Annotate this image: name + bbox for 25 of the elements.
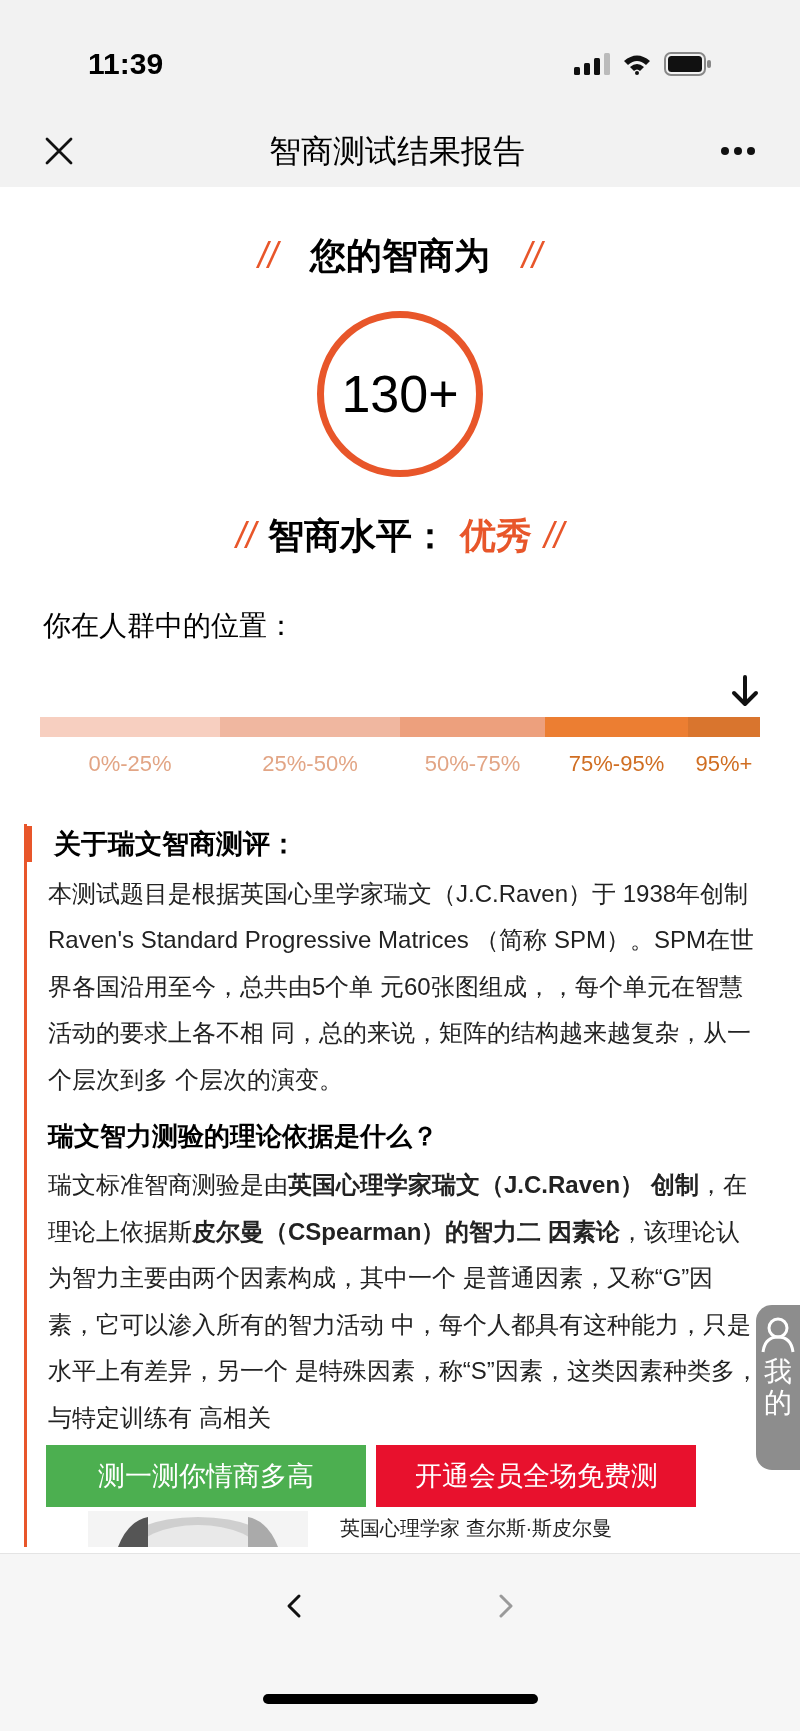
range-label: 0%-25% bbox=[88, 750, 172, 778]
range-label: 50%-75% bbox=[424, 750, 521, 778]
level-label: 智商水平： bbox=[268, 514, 448, 558]
section-heading: 瑞文智力测验的理论依据是什么？ bbox=[48, 1120, 439, 1153]
status-time: 11:39 bbox=[88, 46, 164, 82]
section-paragraph: 本测试题目是根据英国心里学家瑞文（J.C.Raven）于 1938年创制Raven's Standard Progressive Matrices （简称 SPM）。SPM在世界各国沿用至今，总共由5个单 元60张图组成，，每个单元在智慧活动的要求上各不相 同，总的来说，矩阵的结构越来越复杂，从一个层次到多 个层次的演变。 bbox=[48, 878, 756, 1095]
battery-icon bbox=[664, 51, 712, 76]
page-title: 智商测试结果报告 bbox=[269, 132, 525, 171]
signal-icon bbox=[574, 52, 610, 75]
range-label: 95%+ bbox=[695, 750, 753, 778]
position-label: 你在人群中的位置： bbox=[43, 609, 295, 643]
side-tab[interactable]: 我的 bbox=[756, 1305, 800, 1470]
side-tab-label: 我的 bbox=[764, 1357, 792, 1419]
action-button[interactable]: 开通会员全场免费测 bbox=[376, 1445, 696, 1507]
section-heading: 关于瑞文智商测评： bbox=[54, 828, 297, 861]
level-value: 优秀 bbox=[460, 514, 532, 558]
score-value: 130+ bbox=[341, 364, 459, 425]
figure-caption: 英国心理学家 查尔斯·斯皮尔曼 bbox=[340, 1516, 613, 1541]
action-button[interactable]: 测一测你情商多高 bbox=[46, 1445, 366, 1507]
person-icon bbox=[761, 1317, 795, 1353]
more-icon bbox=[720, 146, 756, 156]
score-heading: 您的智商为 bbox=[310, 234, 490, 278]
close-icon bbox=[44, 136, 74, 166]
range-label: 25%-50% bbox=[262, 750, 358, 778]
range-label: 75%-95% bbox=[568, 750, 665, 778]
